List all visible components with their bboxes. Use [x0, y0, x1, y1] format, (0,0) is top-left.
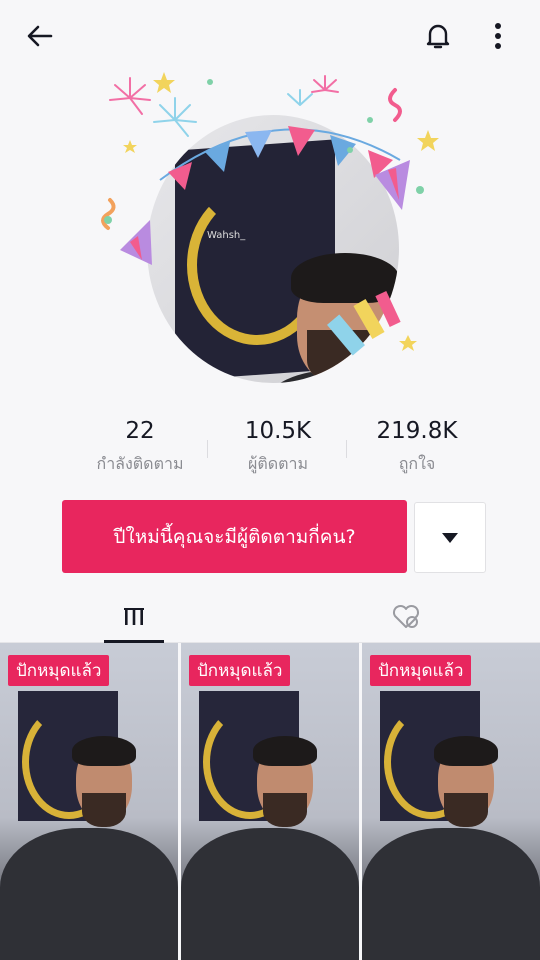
video-grid: ปักหมุดแล้ว ปักหมุดแล้ว ปักหมุดแล้ว: [0, 643, 540, 960]
pinned-badge: ปักหมุดแล้ว: [370, 655, 472, 686]
likes-label: ถูกใจ: [398, 454, 436, 473]
pinned-badge: ปักหมุดแล้ว: [189, 655, 291, 686]
thumbnail-hair: [434, 736, 498, 766]
followers-label: ผู้ติดตาม: [247, 454, 309, 473]
tab-videos[interactable]: [104, 592, 164, 642]
thumbnail-beard: [82, 793, 126, 827]
thumbnail-body: [362, 828, 540, 960]
stat-followers[interactable]: 10.5K ผู้ติดตาม: [213, 418, 343, 477]
thumbnail-hair: [253, 736, 317, 766]
thumbnail-body: [181, 828, 359, 960]
profile-stats: 22 กำลังติดตาม 10.5K ผู้ติดตาม 219.8K ถู…: [60, 418, 480, 488]
thumbnail-beard: [263, 793, 307, 827]
party-decoration-icon: [101, 72, 439, 356]
back-button[interactable]: [18, 14, 62, 58]
hidden-heart-icon: [392, 604, 420, 628]
suggestions-dropdown-button[interactable]: [414, 502, 486, 573]
stats-divider: [346, 440, 347, 458]
caret-down-icon: [442, 532, 458, 543]
stats-divider: [207, 440, 208, 458]
profile-tabs: [0, 592, 540, 643]
video-thumbnail[interactable]: ปักหมุดแล้ว: [181, 643, 359, 960]
thumbnail-hair: [72, 736, 136, 766]
arrow-left-icon: [27, 25, 53, 47]
more-options-button[interactable]: [478, 14, 518, 58]
vertical-dots-icon: [495, 23, 501, 49]
bell-icon: [426, 24, 450, 49]
pinned-badge: ปักหมุดแล้ว: [8, 655, 110, 686]
avatar-section: Wahsh_: [90, 60, 450, 400]
likes-count: 219.8K: [376, 418, 458, 444]
video-thumbnail[interactable]: ปักหมุดแล้ว: [362, 643, 540, 960]
video-thumbnail[interactable]: ปักหมุดแล้ว: [0, 643, 178, 960]
thumbnail-beard: [444, 793, 488, 827]
stat-likes[interactable]: 219.8K ถูกใจ: [352, 418, 482, 477]
new-year-followers-button[interactable]: ปีใหม่นี้คุณจะมีผู้ติดตามกี่คน?: [62, 500, 407, 573]
notifications-button[interactable]: [416, 14, 460, 58]
stat-following[interactable]: 22 กำลังติดตาม: [75, 418, 205, 477]
tab-liked[interactable]: [376, 592, 436, 642]
thumbnail-body: [0, 828, 178, 960]
following-label: กำลังติดตาม: [96, 454, 184, 473]
following-count: 22: [125, 418, 155, 444]
grid-bars-icon: [124, 608, 144, 625]
followers-count: 10.5K: [244, 418, 312, 444]
